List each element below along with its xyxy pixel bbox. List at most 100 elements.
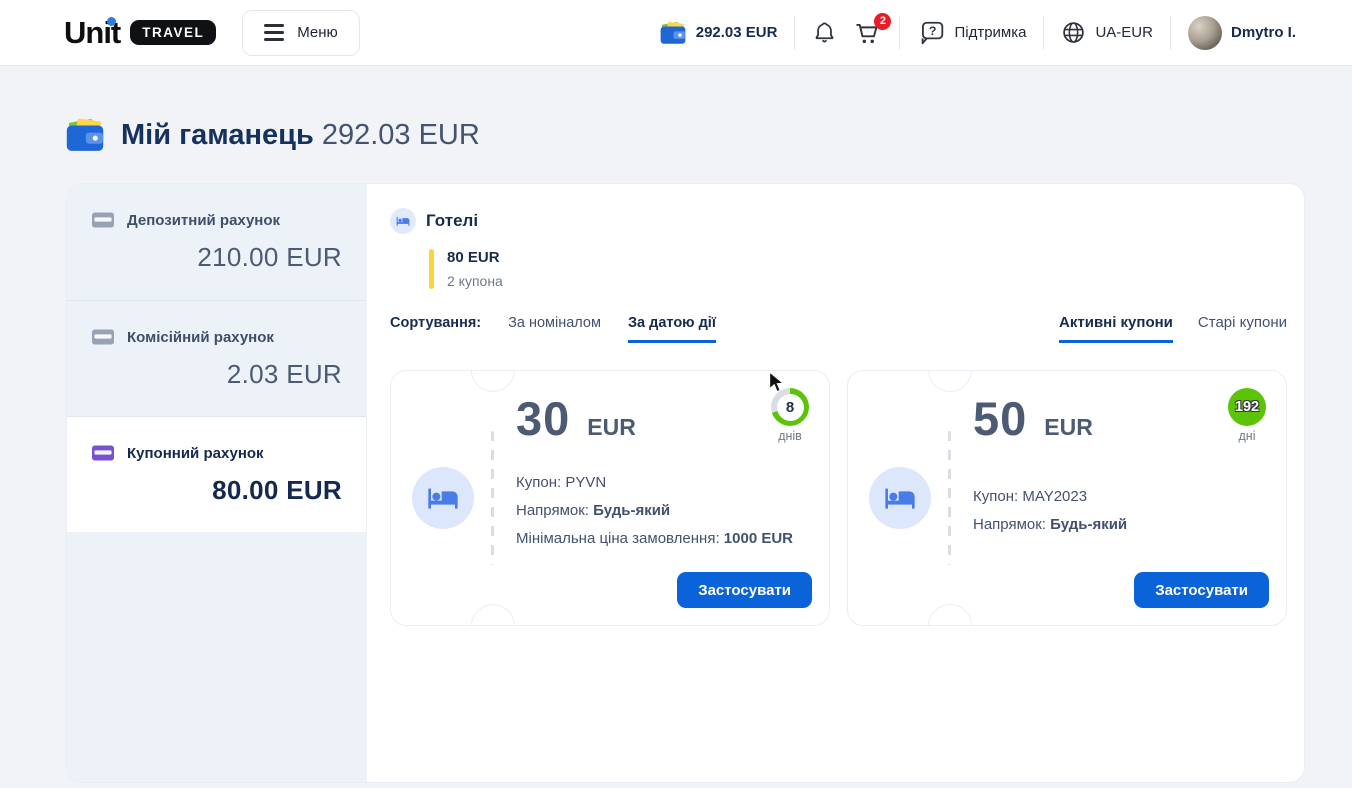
- menu-button[interactable]: Меню: [242, 10, 360, 56]
- detail-value: Будь-який: [1050, 516, 1127, 533]
- menu-button-label: Меню: [297, 24, 338, 41]
- days-unit-label: днів: [766, 429, 814, 443]
- header-wallet-amount: 292.03 EUR: [696, 24, 778, 41]
- header-divider: [1043, 16, 1044, 50]
- tab-1[interactable]: Старі купони: [1198, 314, 1287, 343]
- detail-value: MAY2023: [1022, 488, 1087, 505]
- sort-option-0[interactable]: За номіналом: [508, 315, 601, 343]
- category-title: Готелі: [426, 211, 478, 231]
- apply-coupon-button[interactable]: Застосувати: [1134, 572, 1269, 608]
- account-card-icon: [91, 211, 115, 229]
- notifications-button[interactable]: [812, 20, 837, 45]
- sort-label: Сортування:: [390, 315, 481, 343]
- account-label-row: Купонний рахунок: [91, 444, 342, 462]
- coupon-card: 50EUR 192 дні Купон: MAY2023Напрямок: Будь-…: [847, 370, 1287, 626]
- avatar: [1188, 16, 1222, 50]
- support-button[interactable]: Підтримка: [917, 20, 1026, 46]
- coupon-amount-value: 50: [973, 393, 1027, 445]
- detail-value: PYVN: [565, 474, 606, 491]
- detail-label: Купон:: [516, 474, 565, 491]
- page-title-amount: 292.03 EUR: [322, 119, 480, 151]
- ticket-dashed-divider: [491, 431, 494, 565]
- account-label: Депозитний рахунок: [127, 212, 280, 229]
- account-card-icon: [91, 328, 115, 346]
- sort-options: За номіналом За датою дії: [508, 315, 716, 343]
- coupon-tabs: Активні купони Старі купони: [1059, 314, 1287, 343]
- account-label: Комісійний рахунок: [127, 329, 274, 346]
- detail-value: Будь-який: [593, 502, 670, 519]
- page-title-text: Мій гаманець: [121, 119, 314, 151]
- tab-0[interactable]: Активні купони: [1059, 314, 1173, 343]
- cart-button[interactable]: 2: [854, 20, 882, 46]
- logo[interactable]: Unit TRAVEL: [64, 17, 216, 48]
- days-value: 8: [777, 394, 804, 421]
- coupon-amount: 50EUR: [973, 393, 1093, 445]
- detail-label: Напрямок:: [516, 502, 593, 519]
- days-ring-full: 192: [1228, 388, 1266, 426]
- sort-controls: Сортування: За номіналом За датою дії: [390, 315, 716, 343]
- hamburger-icon: [264, 24, 284, 41]
- header-right: 292.03 EUR 2 Підтримка UA-EUR: [659, 16, 1296, 50]
- locale-label: UA-EUR: [1095, 24, 1153, 41]
- coupon-detail-line: Мінімальна ціна замовлення: 1000 EUR: [516, 530, 793, 547]
- account-balance: 80.00 EUR: [91, 475, 342, 506]
- hotel-category-icon: [390, 208, 416, 234]
- coupon-list: 30 EUR 8 днів Купон: PYVN Напрямок: Будь-який…: [390, 370, 1287, 626]
- category-total: 80 EUR: [447, 249, 503, 266]
- header: Unit TRAVEL Меню 292.03 EUR 2 Підтрим: [0, 0, 1352, 66]
- app-root: Unit TRAVEL Меню 292.03 EUR 2 Підтрим: [0, 0, 1352, 783]
- account-card-icon: [91, 444, 115, 462]
- coupon-detail-line: Купон: PYVN: [516, 474, 793, 491]
- sidebar-account-item-2[interactable]: Купонний рахунок 80.00 EUR: [67, 416, 366, 532]
- days-unit-label: дні: [1223, 429, 1271, 443]
- ticket-notch-top: [471, 370, 515, 392]
- coupon-card: 30 EUR 8 днів Купон: PYVN Напрямок: Будь-який…: [390, 370, 830, 626]
- sidebar-account-item-0[interactable]: Депозитний рахунок 210.00 EUR: [67, 184, 366, 300]
- account-label-row: Депозитний рахунок: [91, 211, 342, 229]
- yellow-accent-bar: [429, 249, 434, 289]
- user-menu[interactable]: Dmytro I.: [1188, 16, 1296, 50]
- mouse-cursor: [768, 371, 784, 393]
- coupon-amount-currency: EUR: [587, 414, 636, 441]
- ticket-notch-bottom: [928, 604, 972, 626]
- wallet-icon: [659, 20, 687, 46]
- ticket-dashed-divider: [948, 431, 951, 565]
- header-divider: [899, 16, 900, 50]
- locale-currency-selector[interactable]: UA-EUR: [1061, 20, 1153, 45]
- page-title: Мій гаманець292.03 EUR: [64, 116, 1352, 154]
- ticket-notch-top: [928, 370, 972, 392]
- coupon-amount-value: 30: [516, 393, 570, 445]
- header-divider: [794, 16, 795, 50]
- coupon-detail-line: Купон: MAY2023: [973, 488, 1127, 505]
- account-balance: 2.03 EUR: [91, 359, 342, 390]
- account-label-row: Комісійний рахунок: [91, 328, 342, 346]
- hotel-bed-icon: [412, 467, 474, 529]
- globe-icon: [1061, 20, 1086, 45]
- support-chat-icon: [917, 20, 945, 46]
- header-wallet-balance[interactable]: 292.03 EUR: [659, 20, 778, 46]
- logo-brand: Unit: [64, 17, 120, 48]
- coupon-details: Купон: MAY2023Напрямок: Будь-який: [973, 465, 1127, 555]
- cart-count-badge: 2: [874, 13, 891, 30]
- category-summary: 80 EUR 2 купона: [429, 249, 1287, 289]
- sidebar-account-item-1[interactable]: Комісійний рахунок 2.03 EUR: [67, 300, 366, 416]
- logo-travel-badge: TRAVEL: [130, 20, 216, 45]
- coupon-days-badge: 192 дні: [1223, 388, 1271, 443]
- coupon-amount: 30 EUR: [516, 393, 636, 445]
- sort-option-1[interactable]: За датою дії: [628, 315, 716, 343]
- coupon-detail-line: Напрямок: Будь-який: [516, 502, 793, 519]
- bell-icon: [812, 20, 837, 45]
- coupons-content: Готелі 80 EUR 2 купона Сортування: За но…: [366, 184, 1305, 782]
- account-balance: 210.00 EUR: [91, 242, 342, 273]
- coupon-details: Купон: PYVN Напрямок: Будь-який Мінімальна…: [516, 465, 793, 555]
- category-coupon-count: 2 купона: [447, 273, 503, 289]
- user-name: Dmytro I.: [1231, 24, 1296, 41]
- detail-value: 1000 EUR: [724, 530, 793, 547]
- detail-label: Купон:: [973, 488, 1022, 505]
- filter-row: Сортування: За номіналом За датою дії Акт…: [390, 314, 1287, 343]
- days-ring-donut: 8: [771, 388, 809, 426]
- header-divider: [1170, 16, 1171, 50]
- support-label: Підтримка: [954, 24, 1026, 41]
- apply-coupon-button[interactable]: Застосувати: [677, 572, 812, 608]
- category-header: Готелі: [390, 208, 1287, 234]
